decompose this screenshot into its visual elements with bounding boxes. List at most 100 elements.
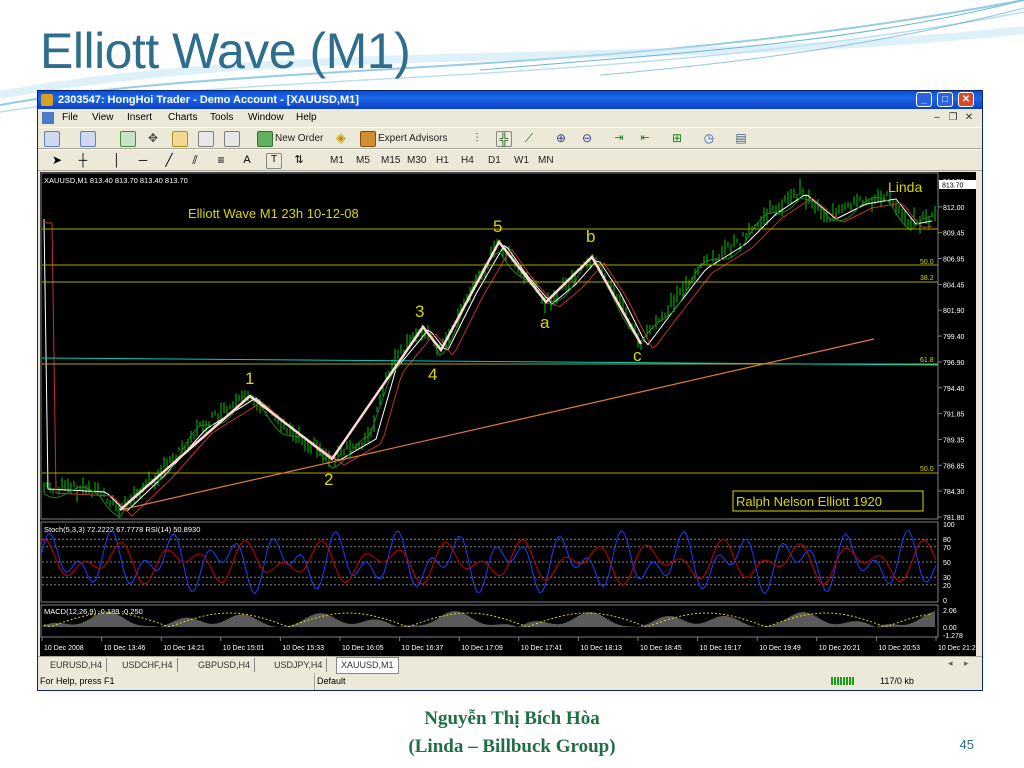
time-tick-label: 10 Dec 16:37 xyxy=(402,645,444,652)
tf-m5[interactable]: M5 xyxy=(356,153,370,168)
vertical-line-icon[interactable]: │ xyxy=(110,153,124,167)
minimize-button[interactable]: _ xyxy=(916,92,932,107)
price-tick-label: 806.95 xyxy=(943,257,965,264)
status-bar: For Help, press F1 Default 117/0 kb xyxy=(38,673,982,690)
tab-scroll-left-icon[interactable]: ◂ xyxy=(948,658,953,669)
time-tick-label: 10 Dec 17:09 xyxy=(461,645,503,652)
price-tick-label: 809.45 xyxy=(943,231,965,238)
fib-label: 38.2 xyxy=(920,275,934,282)
macd-pane xyxy=(43,611,935,628)
mdi-restore-icon[interactable]: ❐ xyxy=(947,112,959,124)
chart-doc-icon[interactable] xyxy=(42,112,54,124)
price-tick-label: 801.90 xyxy=(943,308,965,315)
tab-scroll-right-icon[interactable]: ▸ xyxy=(964,658,969,669)
tf-m15[interactable]: M15 xyxy=(381,153,400,168)
new-chart-icon[interactable] xyxy=(44,131,60,147)
wave-label-a: a xyxy=(540,313,550,332)
tf-h1[interactable]: H1 xyxy=(436,153,449,168)
fib-label: 50.0 xyxy=(920,466,934,473)
folder-icon[interactable] xyxy=(172,131,188,147)
new-order-button[interactable]: New Order xyxy=(275,131,323,146)
menu-window[interactable]: Window xyxy=(248,109,284,127)
tester-icon[interactable] xyxy=(224,131,240,147)
tf-d1[interactable]: D1 xyxy=(488,153,501,168)
mdi-minimize-icon[interactable]: – xyxy=(931,112,943,124)
templates-icon[interactable]: ▤ xyxy=(734,131,748,145)
line-chart-icon[interactable]: ⟋ xyxy=(522,131,536,145)
window-titlebar[interactable]: 2303547: HongHoi Trader - Demo Account -… xyxy=(38,91,982,109)
time-tick-label: 10 Dec 2008 xyxy=(44,645,84,652)
cursor-icon[interactable]: ➤ xyxy=(50,153,64,167)
navigator-icon[interactable]: ✥ xyxy=(146,131,160,145)
tf-w1[interactable]: W1 xyxy=(514,153,529,168)
arrows-icon[interactable]: ⇅ xyxy=(292,153,306,167)
trendline[interactable] xyxy=(119,338,875,511)
stoch-tick-label: 80 xyxy=(943,537,951,544)
chart-window[interactable]: 50.0 38.2 61.8 50.0 1 2 3 4 5 a b c XAUU… xyxy=(40,172,976,656)
stoch-line xyxy=(41,529,937,595)
tf-m1[interactable]: M1 xyxy=(330,153,344,168)
chart-heading: Elliott Wave M1 23h 10-12-08 xyxy=(188,206,359,221)
tab-eurusd[interactable]: EURUSD,H4 xyxy=(46,658,108,672)
current-price: 813.70 xyxy=(942,183,964,190)
zoom-in-icon[interactable]: ⊕ xyxy=(554,131,568,145)
fibonacci-icon[interactable]: ≡ xyxy=(214,153,228,167)
trendline-icon[interactable]: ╱ xyxy=(162,153,176,167)
tab-usdchf[interactable]: USDCHF,H4 xyxy=(118,658,178,672)
zoom-out-icon[interactable]: ⊖ xyxy=(580,131,594,145)
indicators-icon[interactable]: ⊞ xyxy=(670,131,684,145)
market-watch-icon[interactable] xyxy=(120,131,136,147)
menu-charts[interactable]: Charts xyxy=(168,109,197,127)
tf-h4[interactable]: H4 xyxy=(461,153,474,168)
crosshair-icon[interactable]: ┼ xyxy=(76,153,90,167)
metaeditor-icon[interactable]: ◈ xyxy=(334,131,348,145)
text-icon[interactable]: A xyxy=(240,153,254,167)
fib-label: 61.8 xyxy=(920,357,934,364)
time-tick-label: 10 Dec 16:05 xyxy=(342,645,384,652)
macd-tick-label: -1.278 xyxy=(943,633,963,640)
new-order-icon[interactable] xyxy=(257,131,273,147)
menu-file[interactable]: File xyxy=(62,109,78,127)
menu-insert[interactable]: Insert xyxy=(127,109,152,127)
chart-shift-icon[interactable]: ⇤ xyxy=(638,131,652,145)
menu-view[interactable]: View xyxy=(92,109,114,127)
price-tick-label: 794.40 xyxy=(943,386,965,393)
periods-clock-icon[interactable]: ◷ xyxy=(702,131,716,145)
macd-label: MACD(12,26,9) -0.189 -0.250 xyxy=(44,607,143,616)
author-group: (Linda – Billbuck Group) xyxy=(408,736,616,757)
tab-gbpusd[interactable]: GBPUSD,H4 xyxy=(194,658,256,672)
tf-mn[interactable]: MN xyxy=(538,153,554,168)
expert-advisors-button[interactable]: Expert Advisors xyxy=(378,131,447,146)
candlestick-icon[interactable]: ╬ xyxy=(496,131,512,147)
time-tick-label: 10 Dec 18:45 xyxy=(640,645,682,652)
page-number: 45 xyxy=(959,737,974,752)
price-chart[interactable]: 50.0 38.2 61.8 50.0 1 2 3 4 5 a b c XAUU… xyxy=(40,172,976,656)
trader-window: 2303547: HongHoi Trader - Demo Account -… xyxy=(37,90,983,691)
profiles-icon[interactable] xyxy=(80,131,96,147)
autoscroll-icon[interactable]: ⇥ xyxy=(612,131,626,145)
channel-icon[interactable]: ⫽ xyxy=(188,153,202,167)
maximize-button[interactable]: □ xyxy=(937,92,953,107)
wave-label-2: 2 xyxy=(324,470,333,489)
symbol-info: XAUUSD,M1 813.40 813.70 813.40 813.70 xyxy=(44,176,188,185)
text-label-icon[interactable]: T xyxy=(266,153,282,169)
bar-chart-icon[interactable]: ⫶ xyxy=(470,131,484,145)
wave-label-3: 3 xyxy=(415,302,424,321)
tab-usdjpy[interactable]: USDJPY,H4 xyxy=(270,658,328,672)
mdi-close-icon[interactable]: ✕ xyxy=(963,112,975,124)
wave-label-c: c xyxy=(633,346,642,365)
menu-tools[interactable]: Tools xyxy=(210,109,233,127)
stoch-tick-label: 20 xyxy=(943,583,951,590)
horizontal-line-icon[interactable]: ─ xyxy=(136,153,150,167)
expert-advisors-icon[interactable] xyxy=(360,131,376,147)
price-tick-label: 791.85 xyxy=(943,412,965,419)
close-button[interactable]: ✕ xyxy=(958,92,974,107)
tab-xauusd[interactable]: XAUUSD,M1 xyxy=(336,657,399,674)
app-icon xyxy=(41,94,53,106)
terminal-icon[interactable] xyxy=(198,131,214,147)
tf-m30[interactable]: M30 xyxy=(407,153,426,168)
time-tick-label: 10 Dec 19:49 xyxy=(759,645,801,652)
menu-help[interactable]: Help xyxy=(296,109,317,127)
window-title: 2303547: HongHoi Trader - Demo Account -… xyxy=(58,94,359,106)
stochastic-pane xyxy=(41,529,938,595)
